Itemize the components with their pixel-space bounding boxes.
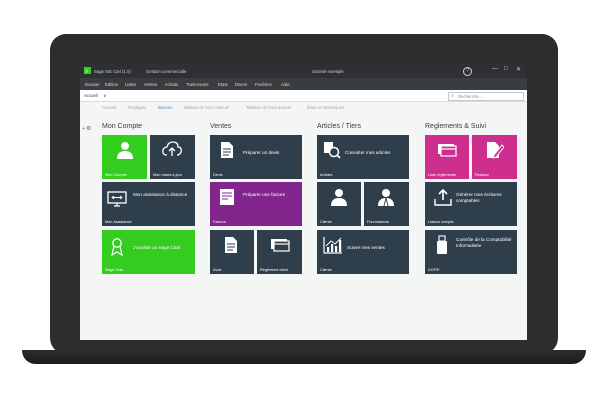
tile-label: Articles — [320, 173, 333, 177]
menu-item-etats[interactable]: Etats — [218, 82, 228, 87]
tab-bureau[interactable]: Bureau — [158, 105, 172, 110]
menu-item-achats[interactable]: Achats — [165, 82, 178, 87]
minimize-button[interactable]: — — [492, 66, 498, 72]
tile-label: Clients — [320, 268, 332, 272]
edit-document-icon — [487, 142, 504, 159]
tab-tableau-manuel[interactable]: Tableau de bord manuel — [183, 105, 229, 110]
tile-caption: Générer mes écritures comptables — [456, 192, 502, 203]
tile-sage-club[interactable]: J'accède au Sage Club Sage Club — [102, 230, 195, 274]
tile-fournisseurs[interactable]: Fournisseurs — [364, 182, 409, 226]
user-icon — [117, 142, 133, 159]
tile-liaison-compta[interactable]: Générer mes écritures comptables Liaison… — [425, 182, 517, 226]
tab-accueil[interactable]: Accueil — [102, 105, 116, 110]
credit-card-icon — [271, 239, 290, 252]
tile-facture[interactable]: Préparer une facture Facture — [210, 182, 302, 226]
module-name: Gestion commerciale — [146, 68, 187, 74]
articles-icon — [324, 142, 341, 159]
menu-item-fenetres[interactable]: Fenêtres — [255, 82, 272, 87]
title-bar: s Sage 50c Ciel (1.0) Gestion commercial… — [80, 64, 527, 78]
group-title-ventes: Ventes — [210, 123, 232, 130]
tile-label: Facture — [213, 220, 226, 224]
tile-caption: Suivre mes ventes — [347, 245, 385, 250]
award-ribbon-icon — [111, 238, 123, 256]
tile-caption: Préparer un devis — [243, 150, 280, 155]
cloud-upload-icon — [162, 141, 182, 156]
tile-mises-a-jour[interactable]: Mon mises à jour — [150, 135, 195, 179]
group-title-mon-compte: Mon Compte — [102, 123, 143, 130]
tab-reglages[interactable]: Réglages — [128, 105, 146, 110]
tile-caption: Consulter mes articles — [345, 150, 391, 155]
tile-label: Devis — [213, 173, 223, 177]
laptop-base — [22, 350, 586, 364]
menu-item-aide[interactable]: Aide — [281, 82, 290, 87]
toolbar: Accueil ∨ ⌕ Recherche... — [80, 90, 527, 102]
company-name: Société exemple — [312, 68, 344, 74]
menu-item-divers[interactable]: Divers — [235, 82, 247, 87]
monitor-icon — [107, 191, 127, 207]
tile-label: Relance — [475, 173, 489, 177]
tile-mon-compte[interactable]: Mon Compte — [102, 135, 147, 179]
supplier-icon — [378, 189, 394, 206]
tile-clients[interactable]: Clients — [317, 182, 361, 226]
tile-label: Liaison compta — [428, 220, 454, 224]
tile-dgfip[interactable]: Contrôle de la Comptabilité Informatisée… — [425, 230, 517, 274]
menu-item-listes[interactable]: Listes — [125, 82, 136, 87]
tile-caption: Contrôle de la Comptabilité Informatisée — [456, 237, 512, 248]
menu-item-dossier[interactable]: Dossier — [85, 82, 100, 87]
tile-label: Liste règlements — [428, 173, 456, 177]
tile-mon-assistance[interactable]: Mon assistance à distance Mon Assistance — [102, 182, 195, 226]
menu-item-ventes[interactable]: Ventes — [144, 82, 157, 87]
tab-tableau-annuel[interactable]: Tableau de bord annuel — [246, 105, 291, 110]
search-icon: ⌕ — [451, 93, 454, 99]
tile-avoir[interactable]: Avoir — [210, 230, 254, 274]
menu-item-edition[interactable]: Edition — [105, 82, 118, 87]
tile-label: DGFiP — [428, 268, 440, 272]
tile-label: Clients — [320, 220, 332, 224]
gear-icon[interactable]: ⚙ — [86, 125, 91, 132]
document-icon — [221, 142, 233, 158]
tile-articles[interactable]: Consulter mes articles Articles — [317, 135, 409, 179]
group-title-articles: Articles / Tiers — [317, 123, 361, 130]
tab-bar: Accueil Réglages Bureau Tableau de bord … — [80, 102, 527, 113]
menu-bar: Dossier Edition Listes Ventes Achats Tra… — [80, 78, 527, 90]
tile-label: Mon Compte — [105, 173, 127, 177]
chevron-down-icon: ∨ — [103, 93, 107, 98]
tile-label: Mon mises à jour — [153, 173, 182, 177]
document-icon — [225, 237, 237, 253]
invoice-icon — [220, 189, 234, 205]
add-icon[interactable]: + — [82, 126, 85, 132]
tile-label: Mon Assistance — [105, 220, 132, 224]
app-title: Sage 50c Ciel (1.0) — [94, 68, 131, 74]
bar-chart-icon — [323, 237, 342, 254]
tile-label: Règlement client — [260, 268, 289, 272]
tab-etats-statistiques[interactable]: États et statistiques — [307, 105, 344, 110]
tile-label: Fournisseurs — [367, 220, 389, 224]
upload-tray-icon — [434, 188, 452, 206]
tile-caption: Mon assistance à distance — [133, 192, 188, 197]
maximize-button[interactable]: □ — [504, 66, 508, 72]
tile-relance[interactable]: Relance — [472, 135, 517, 179]
tile-suivre-ventes[interactable]: Suivre mes ventes Clients — [317, 230, 409, 274]
tile-caption: J'accède au Sage Club — [133, 245, 181, 250]
credit-card-icon — [438, 144, 457, 157]
navigation-select-value: Accueil — [84, 93, 98, 98]
tile-reglement-client[interactable]: Règlement client — [257, 230, 302, 274]
usb-drive-icon — [437, 235, 447, 254]
close-button[interactable]: ✕ — [516, 66, 521, 73]
help-icon[interactable]: ? — [463, 66, 472, 76]
navigation-select[interactable]: Accueil ∨ — [84, 93, 106, 99]
search-input[interactable]: ⌕ Recherche... — [448, 92, 524, 101]
app-screen: s Sage 50c Ciel (1.0) Gestion commercial… — [80, 64, 527, 340]
sage-logo-icon: s — [84, 67, 91, 74]
user-icon — [331, 189, 347, 206]
group-title-reglements: Reglements & Suivi — [425, 123, 487, 130]
tile-devis[interactable]: Préparer un devis Devis — [210, 135, 302, 179]
search-placeholder: Recherche... — [458, 94, 483, 100]
tile-liste-reglements[interactable]: Liste règlements — [425, 135, 469, 179]
tile-label: Avoir — [213, 268, 222, 272]
tile-caption: Préparer une facture — [243, 192, 286, 197]
menu-item-traitements[interactable]: Traitements — [186, 82, 209, 87]
tile-label: Sage Club — [105, 268, 123, 272]
